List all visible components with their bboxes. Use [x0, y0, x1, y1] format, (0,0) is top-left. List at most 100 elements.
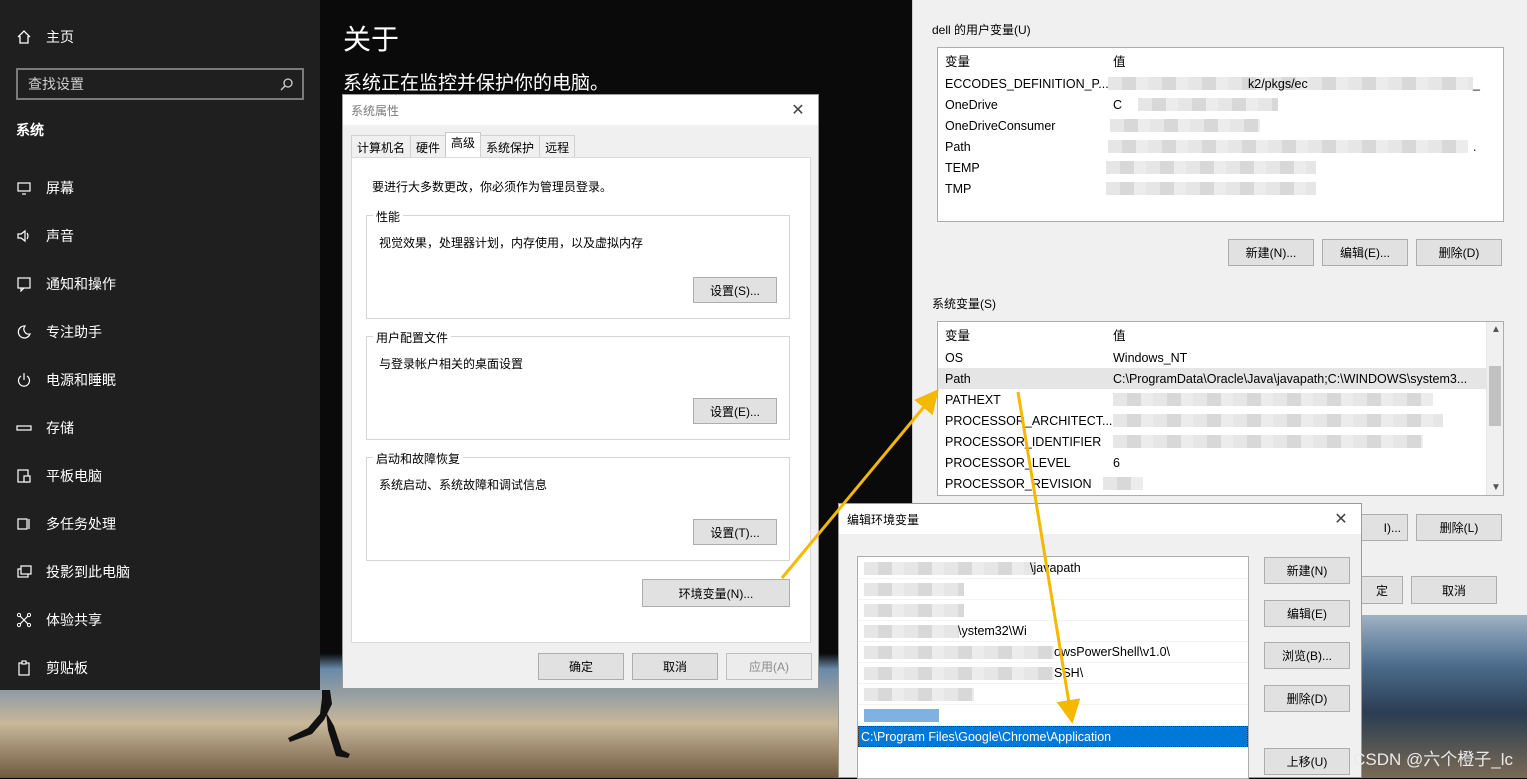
- nav-item-label: 投影到此电脑: [46, 564, 130, 580]
- delete-entry-button[interactable]: 删除(D): [1264, 685, 1350, 712]
- user-new-button[interactable]: 新建(N)...: [1228, 239, 1314, 266]
- user-profile-group: 用户配置文件 与登录帐户相关的桌面设置 设置(E)...: [366, 329, 790, 440]
- redacted-value: [1113, 414, 1443, 427]
- tablet-icon: [17, 469, 31, 483]
- redacted-value: [1106, 182, 1316, 195]
- column-value[interactable]: 值: [1113, 325, 1126, 344]
- edit-entry-button[interactable]: 编辑(E): [1264, 600, 1350, 627]
- list-item[interactable]: PROCESSOR_LEVEL 6: [938, 452, 1486, 473]
- nav-item-moon[interactable]: 专注助手: [0, 308, 320, 356]
- tab-2[interactable]: 高级: [445, 132, 482, 157]
- path-entry[interactable]: \ystem32\Wi: [858, 621, 1248, 642]
- path-entries-list[interactable]: \javapath \ystem32\Wi owsPowerShell\v1.0\ S…: [857, 556, 1249, 779]
- clipboard-icon: [18, 660, 30, 676]
- nav-item-clipboard[interactable]: 剪贴板: [0, 644, 320, 692]
- list-item[interactable]: OneDriveConsumer: [938, 115, 1503, 136]
- env-cancel-button[interactable]: 取消: [1411, 576, 1497, 604]
- close-icon[interactable]: ✕: [1329, 509, 1353, 529]
- move-up-button[interactable]: 上移(U): [1264, 748, 1350, 775]
- runner-silhouette: [288, 690, 350, 758]
- nav-item-share[interactable]: 体验共享: [0, 596, 320, 644]
- close-icon[interactable]: ✕: [786, 100, 810, 120]
- path-entry[interactable]: [858, 600, 1248, 621]
- dialog-titlebar: 编辑环境变量 ✕: [839, 504, 1361, 534]
- apply-button[interactable]: 应用(A): [726, 653, 812, 680]
- list-item[interactable]: Path C:\ProgramData\Oracle\Java\javapath;…: [938, 368, 1486, 389]
- nav-item-project[interactable]: 投影到此电脑: [0, 548, 320, 596]
- list-item[interactable]: PATHEXT: [938, 389, 1486, 410]
- list-item[interactable]: PROCESSOR_IDENTIFIER: [938, 431, 1486, 452]
- nav-item-tablet[interactable]: 平板电脑: [0, 452, 320, 500]
- profile-settings-button[interactable]: 设置(E)...: [693, 398, 777, 424]
- nav-item-speaker[interactable]: 声音: [0, 212, 320, 260]
- cancel-button[interactable]: 取消: [632, 653, 718, 680]
- scroll-thumb[interactable]: [1489, 366, 1501, 426]
- nav-item-power[interactable]: 电源和睡眠: [0, 356, 320, 404]
- list-item[interactable]: OneDrive C: [938, 94, 1503, 115]
- path-entry[interactable]: [858, 705, 1248, 726]
- list-item[interactable]: PROCESSOR_REVISION: [938, 473, 1486, 494]
- list-item[interactable]: OS Windows_NT: [938, 347, 1486, 368]
- performance-group: 性能 视觉效果，处理器计划，内存使用，以及虚拟内存 设置(S)...: [366, 208, 790, 319]
- variable-name: PROCESSOR_ARCHITECT...: [945, 413, 1113, 428]
- user-variables-list[interactable]: 变量 值 ECCODES_DEFINITION_P... k2/pkgs/ec _ O…: [937, 47, 1504, 222]
- variable-name: PATHEXT: [945, 392, 1001, 407]
- user-edit-button[interactable]: 编辑(E)...: [1322, 239, 1408, 266]
- tab-0[interactable]: 计算机名: [351, 135, 412, 157]
- new-entry-button[interactable]: 新建(N): [1264, 557, 1350, 584]
- scroll-up-icon[interactable]: ▲: [1491, 324, 1501, 335]
- path-entry[interactable]: owsPowerShell\v1.0\: [858, 642, 1248, 663]
- path-entry[interactable]: [858, 579, 1248, 600]
- home-label: 主页: [46, 29, 74, 45]
- column-variable[interactable]: 变量: [945, 51, 970, 70]
- dialog-title: 系统属性: [351, 103, 400, 118]
- edit-environment-variable-dialog: 编辑环境变量 ✕ \javapath \ystem32\Wi owsPowerShe…: [838, 503, 1362, 779]
- nav-item-storage[interactable]: 存储: [0, 404, 320, 452]
- ok-button[interactable]: 确定: [538, 653, 624, 680]
- list-item[interactable]: PROCESSOR_ARCHITECT...: [938, 410, 1486, 431]
- tab-4[interactable]: 远程: [539, 135, 576, 157]
- vertical-scrollbar[interactable]: ▲ ▼: [1486, 322, 1503, 495]
- storage-icon: [16, 425, 32, 431]
- startup-settings-button[interactable]: 设置(T)...: [693, 519, 777, 545]
- nav-item-multitask[interactable]: 多任务处理: [0, 500, 320, 548]
- path-entry[interactable]: \javapath: [858, 558, 1248, 579]
- tab-3[interactable]: 系统保护: [480, 135, 541, 157]
- search-icon: [280, 78, 293, 91]
- home-icon: [17, 30, 31, 44]
- group-description: 视觉效果，处理器计划，内存使用，以及虚拟内存: [379, 236, 644, 250]
- list-item[interactable]: TMP: [938, 178, 1503, 199]
- path-entry[interactable]: [858, 684, 1248, 705]
- notification-icon: [17, 277, 31, 292]
- settings-window: 主页 查找设置 系统 屏幕 声音 通知和操作 专注助手 电源和睡眠 存储 平板电脑 多任务处理…: [0, 0, 320, 690]
- browse-button[interactable]: 浏览(B)...: [1264, 642, 1350, 669]
- environment-variables-button[interactable]: 环境变量(N)...: [642, 579, 790, 607]
- variable-name: OneDriveConsumer: [945, 118, 1056, 133]
- system-variables-list[interactable]: 变量 值 OS Windows_NT Path C:\ProgramData\Orac…: [937, 321, 1504, 496]
- startup-recovery-group: 启动和故障恢复 系统启动、系统故障和调试信息 设置(T)...: [366, 450, 790, 561]
- tab-1[interactable]: 硬件: [410, 135, 447, 157]
- nav-item-notification[interactable]: 通知和操作: [0, 260, 320, 308]
- system-delete-button[interactable]: 删除(L): [1416, 514, 1502, 541]
- variable-name: PROCESSOR_REVISION: [945, 476, 1092, 491]
- list-item[interactable]: TEMP: [938, 157, 1503, 178]
- system-vars-label: 系统变量(S): [932, 297, 996, 311]
- settings-search-input[interactable]: 查找设置: [16, 68, 304, 100]
- nav-item-monitor[interactable]: 屏幕: [0, 164, 320, 212]
- column-variable[interactable]: 变量: [945, 325, 970, 344]
- settings-nav: 屏幕 声音 通知和操作 专注助手 电源和睡眠 存储 平板电脑 多任务处理投影到此电脑体验共享剪…: [0, 164, 320, 692]
- path-entry[interactable]: C:\Program Files\Google\Chrome\Applicati…: [858, 726, 1248, 747]
- variable-value: C:\ProgramData\Oracle\Java\javapath;C:\W…: [1113, 371, 1468, 386]
- scroll-down-icon[interactable]: ▼: [1491, 482, 1501, 493]
- performance-settings-button[interactable]: 设置(S)...: [693, 277, 777, 303]
- list-item[interactable]: ECCODES_DEFINITION_P... k2/pkgs/ec _: [938, 73, 1503, 94]
- column-value[interactable]: 值: [1113, 51, 1126, 70]
- home-nav[interactable]: 主页: [16, 26, 74, 48]
- variable-name: OS: [945, 350, 964, 365]
- page-subtitle: 系统正在监控并保护你的电脑。: [343, 73, 610, 94]
- redacted-value: [1103, 477, 1143, 490]
- user-delete-button[interactable]: 删除(D): [1416, 239, 1502, 266]
- variable-value-tail: .: [1473, 139, 1477, 154]
- list-item[interactable]: Path.: [938, 136, 1503, 157]
- path-entry[interactable]: SSH\: [858, 663, 1248, 684]
